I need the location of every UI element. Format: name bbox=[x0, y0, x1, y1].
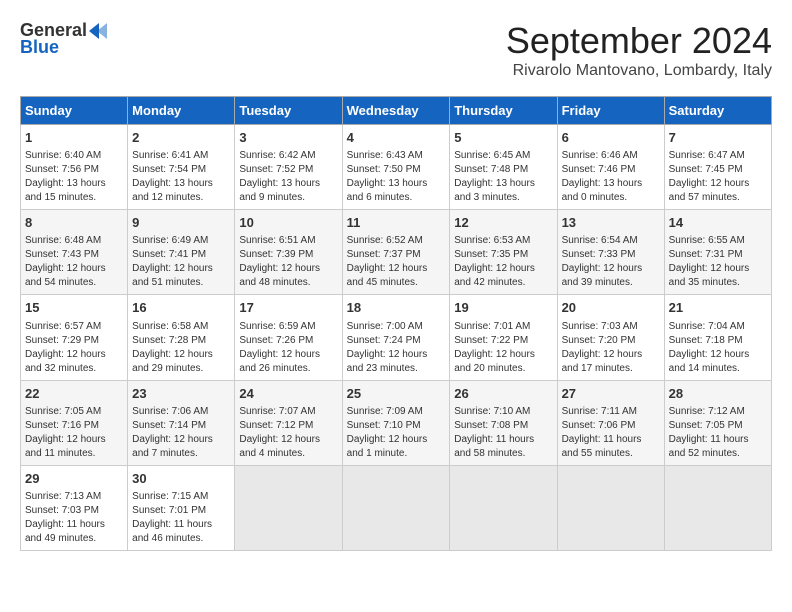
table-row: 8 Sunrise: 6:48 AM Sunset: 7:43 PM Dayli… bbox=[21, 210, 772, 295]
list-item: 20 Sunrise: 7:03 AM Sunset: 7:20 PM Dayl… bbox=[557, 295, 664, 380]
list-item: 8 Sunrise: 6:48 AM Sunset: 7:43 PM Dayli… bbox=[21, 210, 128, 295]
list-item: 30 Sunrise: 7:15 AM Sunset: 7:01 PM Dayl… bbox=[128, 465, 235, 550]
list-item: 21 Sunrise: 7:04 AM Sunset: 7:18 PM Dayl… bbox=[664, 295, 771, 380]
col-wednesday: Wednesday bbox=[342, 97, 450, 125]
col-thursday: Thursday bbox=[450, 97, 557, 125]
empty-cell bbox=[235, 465, 342, 550]
list-item: 27 Sunrise: 7:11 AM Sunset: 7:06 PM Dayl… bbox=[557, 380, 664, 465]
list-item: 7 Sunrise: 6:47 AM Sunset: 7:45 PM Dayli… bbox=[664, 125, 771, 210]
list-item: 4 Sunrise: 6:43 AM Sunset: 7:50 PM Dayli… bbox=[342, 125, 450, 210]
col-tuesday: Tuesday bbox=[235, 97, 342, 125]
logo: General Blue bbox=[20, 20, 111, 58]
list-item: 15 Sunrise: 6:57 AM Sunset: 7:29 PM Dayl… bbox=[21, 295, 128, 380]
list-item: 6 Sunrise: 6:46 AM Sunset: 7:46 PM Dayli… bbox=[557, 125, 664, 210]
title-area: September 2024 Rivarolo Mantovano, Lomba… bbox=[506, 20, 772, 80]
list-item: 11 Sunrise: 6:52 AM Sunset: 7:37 PM Dayl… bbox=[342, 210, 450, 295]
list-item: 29 Sunrise: 7:13 AM Sunset: 7:03 PM Dayl… bbox=[21, 465, 128, 550]
list-item: 17 Sunrise: 6:59 AM Sunset: 7:26 PM Dayl… bbox=[235, 295, 342, 380]
list-item: 1 Sunrise: 6:40 AM Sunset: 7:56 PM Dayli… bbox=[21, 125, 128, 210]
list-item: 3 Sunrise: 6:42 AM Sunset: 7:52 PM Dayli… bbox=[235, 125, 342, 210]
col-sunday: Sunday bbox=[21, 97, 128, 125]
list-item: 24 Sunrise: 7:07 AM Sunset: 7:12 PM Dayl… bbox=[235, 380, 342, 465]
table-row: 15 Sunrise: 6:57 AM Sunset: 7:29 PM Dayl… bbox=[21, 295, 772, 380]
list-item: 10 Sunrise: 6:51 AM Sunset: 7:39 PM Dayl… bbox=[235, 210, 342, 295]
list-item: 22 Sunrise: 7:05 AM Sunset: 7:16 PM Dayl… bbox=[21, 380, 128, 465]
location-title: Rivarolo Mantovano, Lombardy, Italy bbox=[506, 62, 772, 80]
list-item: 14 Sunrise: 6:55 AM Sunset: 7:31 PM Dayl… bbox=[664, 210, 771, 295]
list-item: 18 Sunrise: 7:00 AM Sunset: 7:24 PM Dayl… bbox=[342, 295, 450, 380]
month-title: September 2024 bbox=[506, 20, 772, 62]
calendar-table: Sunday Monday Tuesday Wednesday Thursday… bbox=[20, 96, 772, 551]
table-row: 1 Sunrise: 6:40 AM Sunset: 7:56 PM Dayli… bbox=[21, 125, 772, 210]
list-item: 23 Sunrise: 7:06 AM Sunset: 7:14 PM Dayl… bbox=[128, 380, 235, 465]
list-item: 5 Sunrise: 6:45 AM Sunset: 7:48 PM Dayli… bbox=[450, 125, 557, 210]
header: General Blue September 2024 Rivarolo Man… bbox=[20, 20, 772, 80]
list-item: 28 Sunrise: 7:12 AM Sunset: 7:05 PM Dayl… bbox=[664, 380, 771, 465]
list-item: 19 Sunrise: 7:01 AM Sunset: 7:22 PM Dayl… bbox=[450, 295, 557, 380]
empty-cell bbox=[342, 465, 450, 550]
empty-cell bbox=[557, 465, 664, 550]
col-friday: Friday bbox=[557, 97, 664, 125]
list-item: 9 Sunrise: 6:49 AM Sunset: 7:41 PM Dayli… bbox=[128, 210, 235, 295]
empty-cell bbox=[664, 465, 771, 550]
col-saturday: Saturday bbox=[664, 97, 771, 125]
empty-cell bbox=[450, 465, 557, 550]
list-item: 26 Sunrise: 7:10 AM Sunset: 7:08 PM Dayl… bbox=[450, 380, 557, 465]
list-item: 2 Sunrise: 6:41 AM Sunset: 7:54 PM Dayli… bbox=[128, 125, 235, 210]
list-item: 16 Sunrise: 6:58 AM Sunset: 7:28 PM Dayl… bbox=[128, 295, 235, 380]
col-monday: Monday bbox=[128, 97, 235, 125]
table-row: 29 Sunrise: 7:13 AM Sunset: 7:03 PM Dayl… bbox=[21, 465, 772, 550]
table-row: 22 Sunrise: 7:05 AM Sunset: 7:16 PM Dayl… bbox=[21, 380, 772, 465]
list-item: 25 Sunrise: 7:09 AM Sunset: 7:10 PM Dayl… bbox=[342, 380, 450, 465]
header-row: Sunday Monday Tuesday Wednesday Thursday… bbox=[21, 97, 772, 125]
list-item: 13 Sunrise: 6:54 AM Sunset: 7:33 PM Dayl… bbox=[557, 210, 664, 295]
list-item: 12 Sunrise: 6:53 AM Sunset: 7:35 PM Dayl… bbox=[450, 210, 557, 295]
